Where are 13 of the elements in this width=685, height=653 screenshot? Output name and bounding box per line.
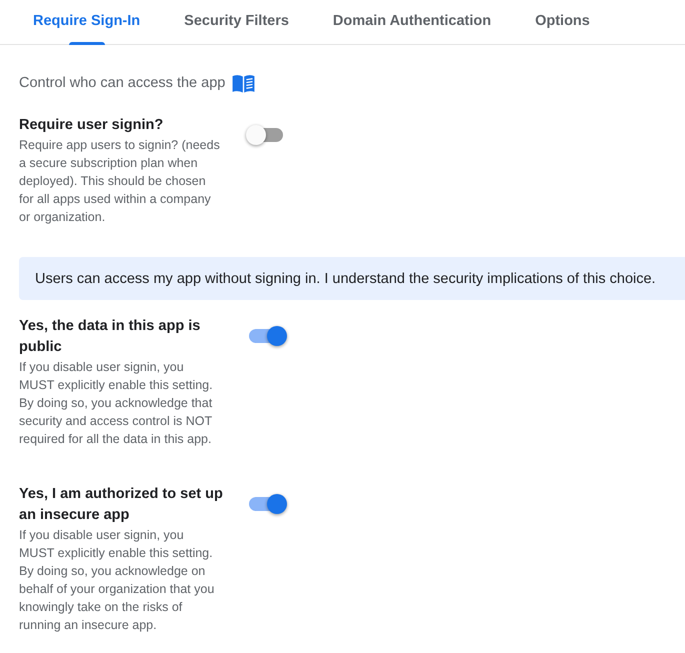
setting-title: Yes, the data in this app is public <box>19 317 202 357</box>
setting-description: If you disable user signin, you MUST explicitly enable this setting. By doing so, you acknowledge on behalf of your organization that you knowingly take on the risks of running an insecure app. <box>19 527 216 634</box>
setting-description: If you disable user signin, you MUST explicitly enable this setting. By doing so, you acknowledge that security and access control is NOT required for all the data in this app. <box>19 359 214 448</box>
tab[interactable]: Require Sign-In <box>11 0 162 44</box>
setting-title: Yes, I am authorized to set up an insecure app <box>19 485 224 525</box>
book-icon[interactable] <box>232 74 256 92</box>
tab[interactable]: Options <box>513 0 612 44</box>
setting-title: Require user signin? <box>19 116 164 135</box>
tab[interactable]: Domain Authentication <box>310 0 514 44</box>
notice-text: Users can access my app without signing in. I understand the security implications of this choice. <box>35 270 656 286</box>
tab[interactable]: Security Filters <box>162 0 311 44</box>
setting-description: Require app users to signin? (needs a secure subscription plan when deployed). This should be chosen for all apps used within a company or organization. <box>19 137 221 226</box>
intro-text: Control who can access the app <box>19 74 226 93</box>
